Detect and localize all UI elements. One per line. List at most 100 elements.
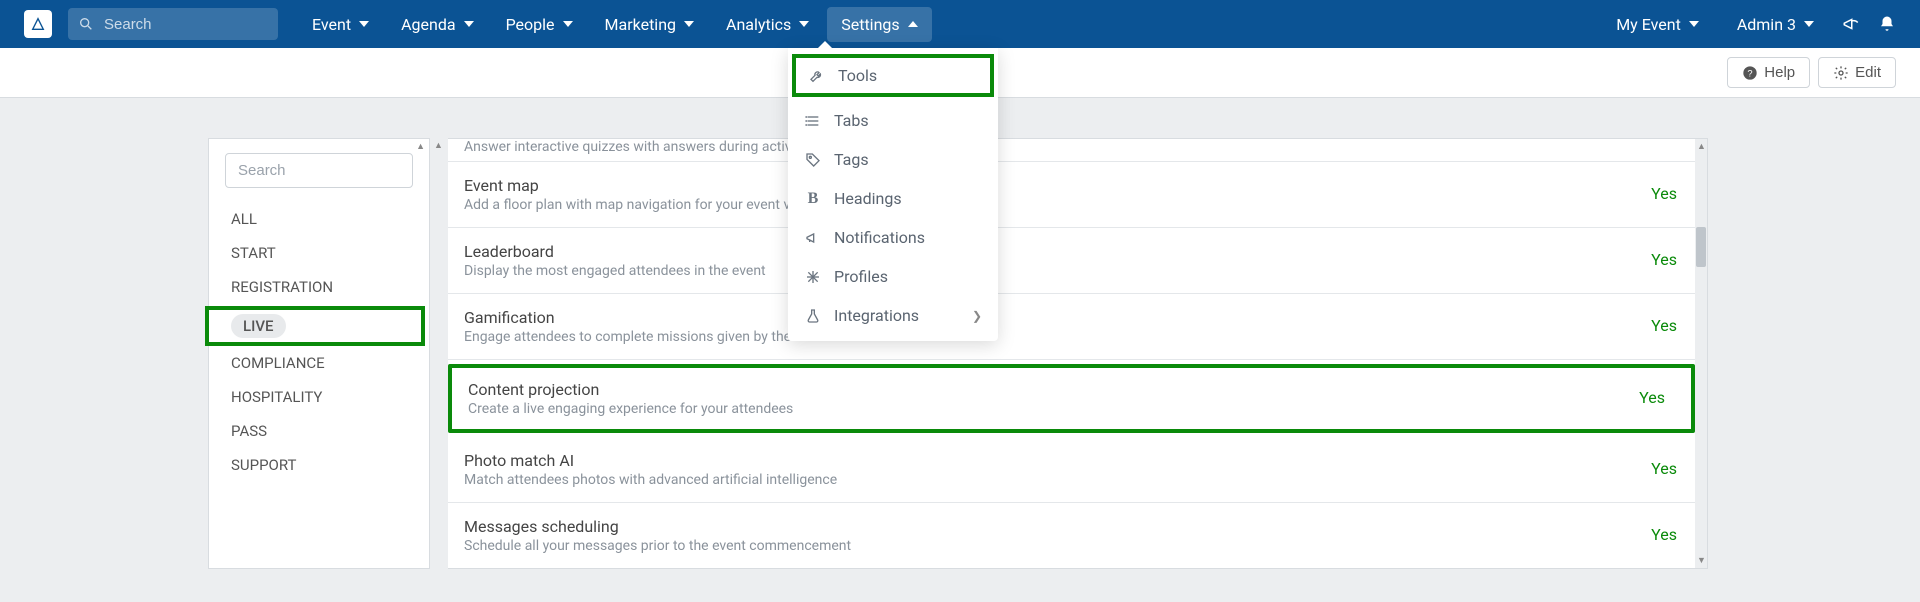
- tool-row-content-projection[interactable]: Content projection Create a live engagin…: [448, 364, 1695, 433]
- category-live[interactable]: LIVE: [205, 306, 425, 346]
- megaphone-icon[interactable]: [1842, 15, 1860, 33]
- list-icon: [804, 112, 822, 130]
- nav-people[interactable]: People: [492, 7, 587, 42]
- svg-text:?: ?: [1748, 68, 1753, 78]
- scroll-down-icon[interactable]: ▼: [1697, 555, 1706, 566]
- nav-label: Analytics: [726, 15, 791, 34]
- help-button[interactable]: ? Help: [1727, 57, 1810, 88]
- global-search-input[interactable]: [68, 8, 278, 40]
- button-label: Help: [1764, 64, 1795, 81]
- app-logo[interactable]: [24, 10, 52, 38]
- tool-status: Yes: [1651, 242, 1677, 269]
- nav-label: Settings: [841, 15, 899, 34]
- tag-icon: [804, 151, 822, 169]
- chevron-down-icon: [1689, 21, 1699, 27]
- dropdown-item-profiles[interactable]: Profiles: [788, 257, 998, 296]
- nav-right: My Event Admin 3: [1606, 9, 1896, 40]
- nav-event[interactable]: Event: [298, 7, 383, 42]
- settings-dropdown: Tools Tabs Tags B Headings Notifications…: [788, 48, 998, 341]
- tool-desc: Schedule all your messages prior to the …: [464, 538, 1639, 554]
- tool-status: Yes: [1651, 308, 1677, 335]
- user-label: Admin 3: [1737, 15, 1796, 34]
- tool-status: Yes: [1651, 176, 1677, 203]
- dropdown-item-notifications[interactable]: Notifications: [788, 218, 998, 257]
- tool-row-event-map[interactable]: Event map Add a floor plan with map navi…: [448, 162, 1707, 228]
- tool-row-leaderboard[interactable]: Leaderboard Display the most engaged att…: [448, 228, 1707, 294]
- category-label: REGISTRATION: [231, 278, 333, 296]
- tools-scrollbar[interactable]: ▲ ▼: [1695, 139, 1707, 568]
- tool-title: Leaderboard: [464, 242, 1639, 261]
- category-hospitality[interactable]: HOSPITALITY: [209, 380, 429, 414]
- tool-desc: Match attendees photos with advanced art…: [464, 472, 1639, 488]
- scroll-up-icon[interactable]: ▲: [416, 141, 425, 152]
- global-search-wrap: [68, 8, 278, 40]
- dropdown-item-tags[interactable]: Tags: [788, 140, 998, 179]
- dropdown-item-integrations[interactable]: Integrations ❯: [788, 296, 998, 335]
- scroll-up-icon[interactable]: ▲: [434, 140, 443, 151]
- event-label: My Event: [1616, 15, 1681, 34]
- category-label: ALL: [231, 210, 257, 228]
- tool-title: Photo match AI: [464, 451, 1639, 470]
- category-registration[interactable]: REGISTRATION: [209, 270, 429, 304]
- event-selector[interactable]: My Event: [1606, 9, 1709, 40]
- dropdown-label: Tools: [838, 66, 877, 85]
- dropdown-label: Tabs: [834, 111, 869, 130]
- bell-icon[interactable]: [1878, 15, 1896, 33]
- tool-row-gamification[interactable]: Gamification Engage attendees to complet…: [448, 294, 1707, 360]
- category-label: START: [231, 244, 276, 262]
- flask-icon: [804, 307, 822, 325]
- scroll-up-icon[interactable]: ▲: [1697, 141, 1706, 152]
- chevron-down-icon: [464, 21, 474, 27]
- category-list: ALL START REGISTRATION LIVE COMPLIANCE H…: [209, 202, 429, 482]
- tool-row-cutoff: Answer interactive quizzes with answers …: [448, 139, 1707, 162]
- chevron-up-icon: [908, 21, 918, 27]
- tool-status: Yes: [1651, 451, 1677, 478]
- button-label: Edit: [1855, 64, 1881, 81]
- top-navbar: Event Agenda People Marketing Analytics …: [0, 0, 1920, 48]
- category-pass[interactable]: PASS: [209, 414, 429, 448]
- category-label: COMPLIANCE: [231, 354, 325, 372]
- tool-row-photo-match[interactable]: Photo match AI Match attendees photos wi…: [448, 437, 1707, 503]
- panel-divider: ▲: [430, 138, 448, 569]
- tools-panel: Answer interactive quizzes with answers …: [448, 138, 1708, 569]
- search-icon: [78, 16, 94, 32]
- tool-desc: Add a floor plan with map navigation for…: [464, 197, 1639, 213]
- nav-label: Marketing: [605, 15, 676, 34]
- tool-title: Event map: [464, 176, 1639, 195]
- tool-title: Messages scheduling: [464, 517, 1639, 536]
- category-label: PASS: [231, 422, 267, 440]
- tool-desc: Engage attendees to complete missions gi…: [464, 329, 1639, 345]
- chevron-down-icon: [359, 21, 369, 27]
- chevron-down-icon: [1804, 21, 1814, 27]
- tool-title: Gamification: [464, 308, 1639, 327]
- nav-label: Agenda: [401, 15, 455, 34]
- dropdown-label: Integrations: [834, 306, 919, 325]
- scroll-thumb[interactable]: [1696, 227, 1706, 267]
- edit-button[interactable]: Edit: [1818, 57, 1896, 88]
- chevron-down-icon: [563, 21, 573, 27]
- megaphone-icon: [804, 229, 822, 247]
- dropdown-label: Profiles: [834, 267, 888, 286]
- category-label: SUPPORT: [231, 456, 297, 474]
- chevron-down-icon: [684, 21, 694, 27]
- tool-status: Yes: [1639, 380, 1665, 407]
- dropdown-item-headings[interactable]: B Headings: [788, 179, 998, 218]
- nav-settings[interactable]: Settings: [827, 7, 931, 42]
- category-support[interactable]: SUPPORT: [209, 448, 429, 482]
- dropdown-label: Notifications: [834, 228, 925, 247]
- nav-analytics[interactable]: Analytics: [712, 7, 823, 42]
- user-menu[interactable]: Admin 3: [1727, 9, 1824, 40]
- nav-marketing[interactable]: Marketing: [591, 7, 708, 42]
- tool-desc: Display the most engaged attendees in th…: [464, 263, 1639, 279]
- dropdown-item-tools[interactable]: Tools: [792, 54, 994, 97]
- category-all[interactable]: ALL: [209, 202, 429, 236]
- category-search-input[interactable]: [225, 153, 413, 188]
- category-compliance[interactable]: COMPLIANCE: [209, 346, 429, 380]
- nav-label: People: [506, 15, 555, 34]
- asterisk-icon: [804, 268, 822, 286]
- chevron-right-icon: ❯: [972, 309, 982, 323]
- tool-row-messages-scheduling[interactable]: Messages scheduling Schedule all your me…: [448, 503, 1707, 568]
- nav-agenda[interactable]: Agenda: [387, 7, 487, 42]
- dropdown-item-tabs[interactable]: Tabs: [788, 101, 998, 140]
- category-start[interactable]: START: [209, 236, 429, 270]
